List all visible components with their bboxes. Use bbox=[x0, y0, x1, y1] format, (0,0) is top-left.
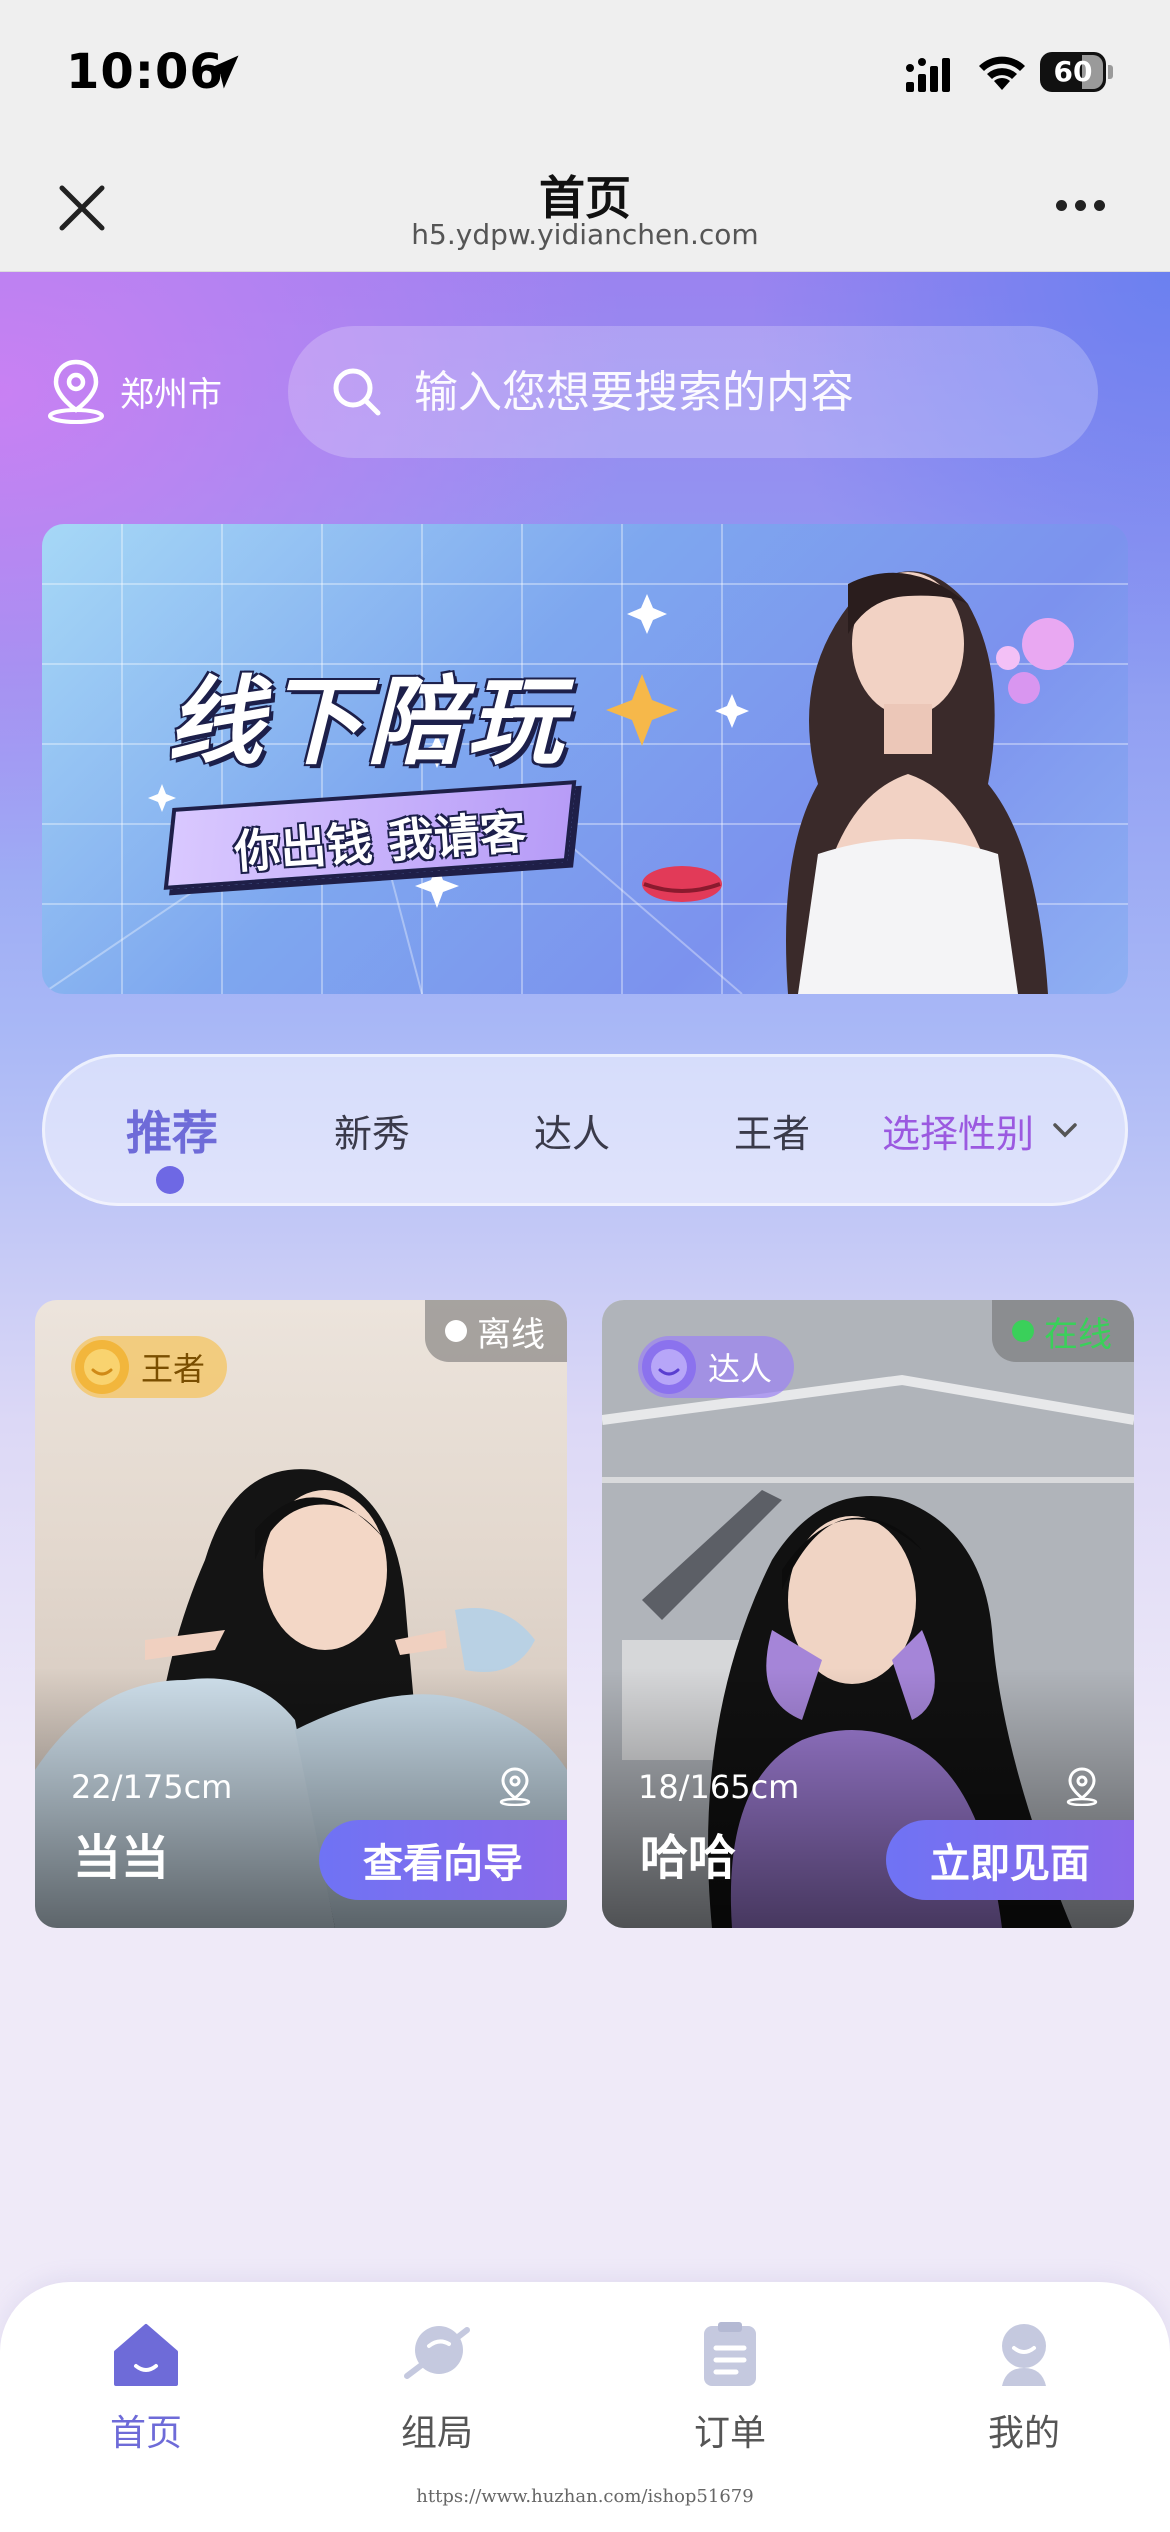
battery-level-text: 60 bbox=[1053, 55, 1093, 88]
status-label: 在线 bbox=[1044, 1314, 1112, 1355]
more-options-icon[interactable] bbox=[1056, 196, 1116, 220]
home-icon bbox=[114, 2324, 178, 2386]
search-input[interactable] bbox=[414, 366, 1074, 418]
location-pin-icon bbox=[48, 359, 104, 424]
age-height: 18/165cm bbox=[638, 1768, 800, 1806]
tab-expert[interactable]: 达人 bbox=[492, 1054, 652, 1206]
watermark-text: https://www.huzhan.com/ishop51679 bbox=[416, 2486, 754, 2507]
level-badge: 达人 bbox=[638, 1336, 795, 1398]
battery-icon: 60 bbox=[1040, 52, 1114, 92]
search-icon bbox=[333, 368, 381, 416]
city-label: 郑州市 bbox=[120, 374, 222, 415]
tabbar-label: 我的 bbox=[987, 2413, 1060, 2454]
tabbar-label: 订单 bbox=[693, 2413, 766, 2454]
tabbar-item-home[interactable]: 首页 bbox=[66, 2318, 226, 2468]
status-dot bbox=[1012, 1320, 1034, 1342]
online-status-badge: 在线 bbox=[992, 1300, 1134, 1362]
level-label: 达人 bbox=[708, 1350, 773, 1388]
age-height: 22/175cm bbox=[71, 1768, 233, 1806]
category-tabs: 推荐 新秀 达人 王者 选择性别 bbox=[42, 1054, 1128, 1206]
gender-filter[interactable]: 选择性别 bbox=[882, 1054, 1082, 1206]
wifi-icon bbox=[979, 56, 1025, 90]
status-dot bbox=[445, 1320, 467, 1342]
app-root: 10:06 60 首页 h5.ydpw.yidianchen.com 郑州市 输… bbox=[0, 0, 1170, 2532]
banner-title: 线下陪玩 bbox=[167, 666, 567, 778]
tab-newcomer[interactable]: 新秀 bbox=[292, 1054, 452, 1206]
location-pin-icon bbox=[499, 1767, 531, 1806]
location-pin-icon bbox=[1066, 1767, 1098, 1806]
companion-card[interactable]: 在线 达人 18/165cm 哈哈 立即见面 bbox=[602, 1300, 1134, 1928]
user-icon bbox=[1002, 2324, 1046, 2386]
tabbar-item-profile[interactable]: 我的 bbox=[944, 2318, 1104, 2468]
tabbar-item-group[interactable]: 组局 bbox=[357, 2318, 517, 2468]
banner-model-image bbox=[786, 571, 1074, 994]
purple-medal-icon bbox=[642, 1340, 696, 1394]
location-arrow-icon bbox=[205, 55, 239, 89]
bottom-tab-bar: 首页 组局 订单 我的 https://www.huzhan.com/ishop… bbox=[0, 2282, 1170, 2532]
companion-name: 哈哈 bbox=[640, 1830, 737, 1886]
city-selector[interactable]: 郑州市 bbox=[44, 356, 222, 426]
companion-name: 当当 bbox=[73, 1830, 170, 1886]
meet-now-button[interactable]: 立即见面 bbox=[886, 1820, 1134, 1900]
search-bar[interactable] bbox=[288, 326, 1098, 458]
tabbar-label: 首页 bbox=[109, 2413, 182, 2454]
clipboard-icon bbox=[704, 2322, 756, 2386]
companion-card[interactable]: 离线 王者 22/175cm 当当 查看向导 bbox=[35, 1300, 567, 1928]
level-label: 王者 bbox=[141, 1350, 206, 1388]
active-tab-indicator bbox=[156, 1166, 184, 1194]
promo-banner[interactable]: 线下陪玩 你出钱 我请客 bbox=[42, 524, 1128, 994]
gender-filter-label: 选择性别 bbox=[882, 1111, 1035, 1156]
sun-medal-icon bbox=[75, 1340, 129, 1394]
tabbar-label: 组局 bbox=[400, 2413, 473, 2454]
page-url: h5.ydpw.yidianchen.com bbox=[411, 218, 759, 251]
status-bar: 10:06 60 bbox=[0, 0, 1170, 140]
online-status-badge: 离线 bbox=[425, 1300, 567, 1362]
view-guide-button[interactable]: 查看向导 bbox=[319, 1820, 567, 1900]
tabbar-item-orders[interactable]: 订单 bbox=[650, 2318, 810, 2468]
cellular-signal-icon bbox=[906, 58, 950, 92]
home-main: 郑州市 输入您想要搜索的内容 线下陪玩 你出钱 我请客 推荐 新秀 达人 王者 … bbox=[0, 272, 1170, 2532]
tab-king[interactable]: 王者 bbox=[692, 1054, 852, 1206]
chevron-down-icon bbox=[1053, 1123, 1077, 1138]
level-badge: 王者 bbox=[71, 1336, 228, 1398]
status-label: 离线 bbox=[477, 1314, 545, 1355]
planet-icon bbox=[404, 2326, 470, 2379]
nav-bar: 首页 h5.ydpw.yidianchen.com bbox=[0, 140, 1170, 272]
